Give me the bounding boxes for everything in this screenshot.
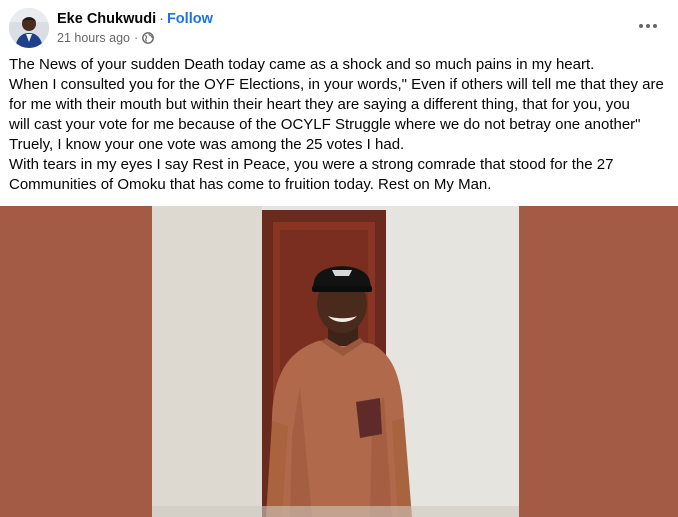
- author-avatar[interactable]: [9, 8, 49, 48]
- photo-man-in-native-attire: [0, 206, 678, 517]
- post-text-line: for me with their mouth but within their…: [9, 96, 630, 113]
- post-text-line: Communities of Omoku that has come to fr…: [9, 176, 492, 193]
- more-horizontal-icon: [639, 24, 657, 28]
- name-separator: ·: [159, 11, 164, 27]
- more-options-button[interactable]: [634, 14, 662, 38]
- post-meta: 21 hours ago ·: [57, 30, 155, 46]
- post-header: Eke Chukwudi · Follow 21 hours ago ·: [0, 0, 678, 54]
- meta-separator: ·: [133, 31, 139, 45]
- post-timestamp[interactable]: 21 hours ago: [57, 30, 130, 46]
- globe-icon[interactable]: [142, 32, 155, 44]
- post-text: The News of your sudden Death today came…: [9, 55, 673, 195]
- post-text-line: When I consulted you for the OYF Electio…: [9, 76, 664, 93]
- facebook-post: Eke Chukwudi · Follow 21 hours ago · The N…: [0, 0, 678, 517]
- author-name[interactable]: Eke Chukwudi: [57, 11, 156, 27]
- follow-button[interactable]: Follow: [167, 11, 213, 27]
- avatar-image: [9, 8, 49, 48]
- post-text-line: will cast your vote for me because of th…: [9, 116, 641, 133]
- post-text-line: The News of your sudden Death today came…: [9, 56, 595, 73]
- post-text-line: Truely, I know your one vote was among t…: [9, 136, 405, 153]
- author-line: Eke Chukwudi · Follow: [57, 10, 213, 28]
- post-photo[interactable]: [0, 206, 678, 517]
- post-text-line: With tears in my eyes I say Rest in Peac…: [9, 156, 614, 173]
